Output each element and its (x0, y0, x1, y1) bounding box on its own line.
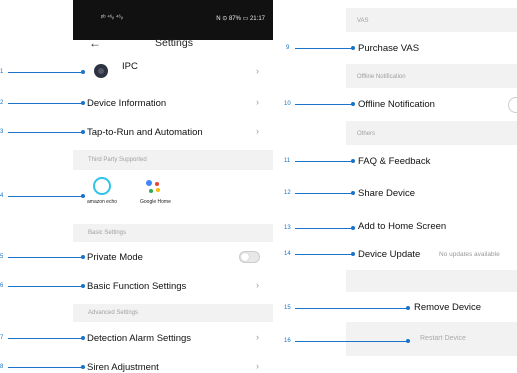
section-spacer (346, 270, 517, 292)
chevron-right-icon: › (256, 97, 259, 107)
callout-line (295, 161, 353, 162)
offline-notification-row: Offline Notification (358, 99, 435, 110)
callout-9: 9 (286, 45, 290, 51)
callout-15: 15 (284, 305, 291, 311)
battery-clock: N ⊙ 87% ▭ 21:17 (216, 16, 265, 22)
callout-dot (351, 191, 355, 195)
signal-indicator: ᵖᵇ ⁴⁶ᵢₗ ⁴⁶ᵢₗ (101, 15, 123, 21)
callout-dot (351, 46, 355, 50)
callout-line (295, 48, 353, 49)
callout-dot (81, 70, 85, 74)
chevron-right-icon: › (256, 126, 259, 136)
settings-screen-right: VAS Purchase VAS Offline Notification Of… (346, 0, 517, 373)
google-home-icon[interactable] (145, 179, 167, 195)
callout-dot (81, 101, 85, 105)
purchase-vas-row[interactable]: Purchase VAS (358, 43, 419, 54)
chevron-right-icon: › (256, 361, 259, 371)
callout-line (295, 193, 353, 194)
callout-line (8, 257, 83, 258)
callout-line (8, 338, 83, 339)
faq-feedback-row[interactable]: FAQ & Feedback (358, 156, 430, 167)
callout-dot (351, 226, 355, 230)
callout-line (8, 72, 83, 73)
callout-13: 13 (284, 225, 291, 231)
camera-avatar (94, 64, 108, 78)
offline-notification-toggle[interactable] (508, 97, 517, 113)
section-vas: VAS (346, 8, 517, 32)
detection-alarm-row[interactable]: Detection Alarm Settings (87, 333, 191, 344)
basic-function-row[interactable]: Basic Function Settings (87, 281, 186, 292)
callout-dot (351, 252, 355, 256)
callout-line (8, 132, 83, 133)
callout-line (295, 341, 407, 342)
page-title: Settings (155, 37, 193, 49)
callout-line (8, 103, 83, 104)
google-home-label: Google Home (140, 199, 171, 205)
section-others: Others (346, 121, 517, 145)
section-basic-settings: Basic Settings (73, 224, 273, 242)
callout-4: 4 (0, 193, 4, 199)
callout-dot (406, 339, 410, 343)
callout-dot (81, 130, 85, 134)
callout-7: 7 (0, 335, 4, 341)
device-update-row[interactable]: Device Update (358, 249, 420, 260)
section-offline-notification: Offline Notification (346, 64, 517, 88)
callout-line (295, 228, 353, 229)
callout-dot (81, 255, 85, 259)
share-device-row[interactable]: Share Device (358, 188, 415, 199)
chevron-right-icon[interactable]: › (256, 66, 259, 76)
chevron-right-icon: › (256, 280, 259, 290)
callout-5: 5 (0, 254, 4, 260)
amazon-echo-label: amazon echo (87, 199, 118, 205)
callout-line (8, 286, 83, 287)
device-update-status: No updates available (439, 251, 500, 258)
tap-to-run-row[interactable]: Tap-to-Run and Automation (87, 127, 203, 138)
chevron-right-icon: › (256, 332, 259, 342)
callout-dot (406, 306, 410, 310)
private-mode-row: Private Mode (87, 252, 143, 263)
callout-1: 1 (0, 69, 4, 75)
section-advanced-settings: Advanced Settings (73, 304, 273, 322)
callout-line (8, 196, 83, 197)
callout-16: 16 (284, 338, 291, 344)
callout-11: 11 (284, 158, 291, 164)
callout-dot (81, 336, 85, 340)
amazon-echo-icon[interactable] (93, 177, 111, 195)
callout-2: 2 (0, 100, 4, 106)
remove-device-button[interactable]: Remove Device (414, 302, 481, 313)
section-third-party: Third Party Supported (73, 150, 273, 170)
status-bar: ᵖᵇ ⁴⁶ᵢₗ ⁴⁶ᵢₗ N ⊙ 87% ▭ 21:17 (73, 0, 273, 40)
device-name: IPC (122, 61, 138, 72)
restart-device-button[interactable]: Restart Device (420, 335, 466, 342)
callout-line (8, 367, 83, 368)
private-mode-toggle[interactable] (239, 251, 260, 263)
callout-line (295, 254, 353, 255)
callout-12: 12 (284, 190, 291, 196)
callout-line (295, 308, 407, 309)
callout-dot (81, 194, 85, 198)
callout-dot (351, 159, 355, 163)
callout-dot (81, 284, 85, 288)
settings-screen-left: ᵖᵇ ⁴⁶ᵢₗ ⁴⁶ᵢₗ N ⊙ 87% ▭ 21:17 ← Settings … (73, 0, 273, 373)
arrow-left-icon[interactable]: ← (89, 36, 101, 50)
callout-3: 3 (0, 129, 4, 135)
callout-8: 8 (0, 364, 4, 370)
callout-10: 10 (284, 101, 291, 107)
callout-6: 6 (0, 283, 4, 289)
device-information-row[interactable]: Device Information (87, 98, 166, 109)
callout-line (295, 104, 353, 105)
callout-dot (81, 365, 85, 369)
callout-14: 14 (284, 251, 291, 257)
callout-dot (351, 102, 355, 106)
siren-adjustment-row[interactable]: Siren Adjustment (87, 362, 159, 373)
add-to-home-screen-row[interactable]: Add to Home Screen (358, 221, 446, 232)
